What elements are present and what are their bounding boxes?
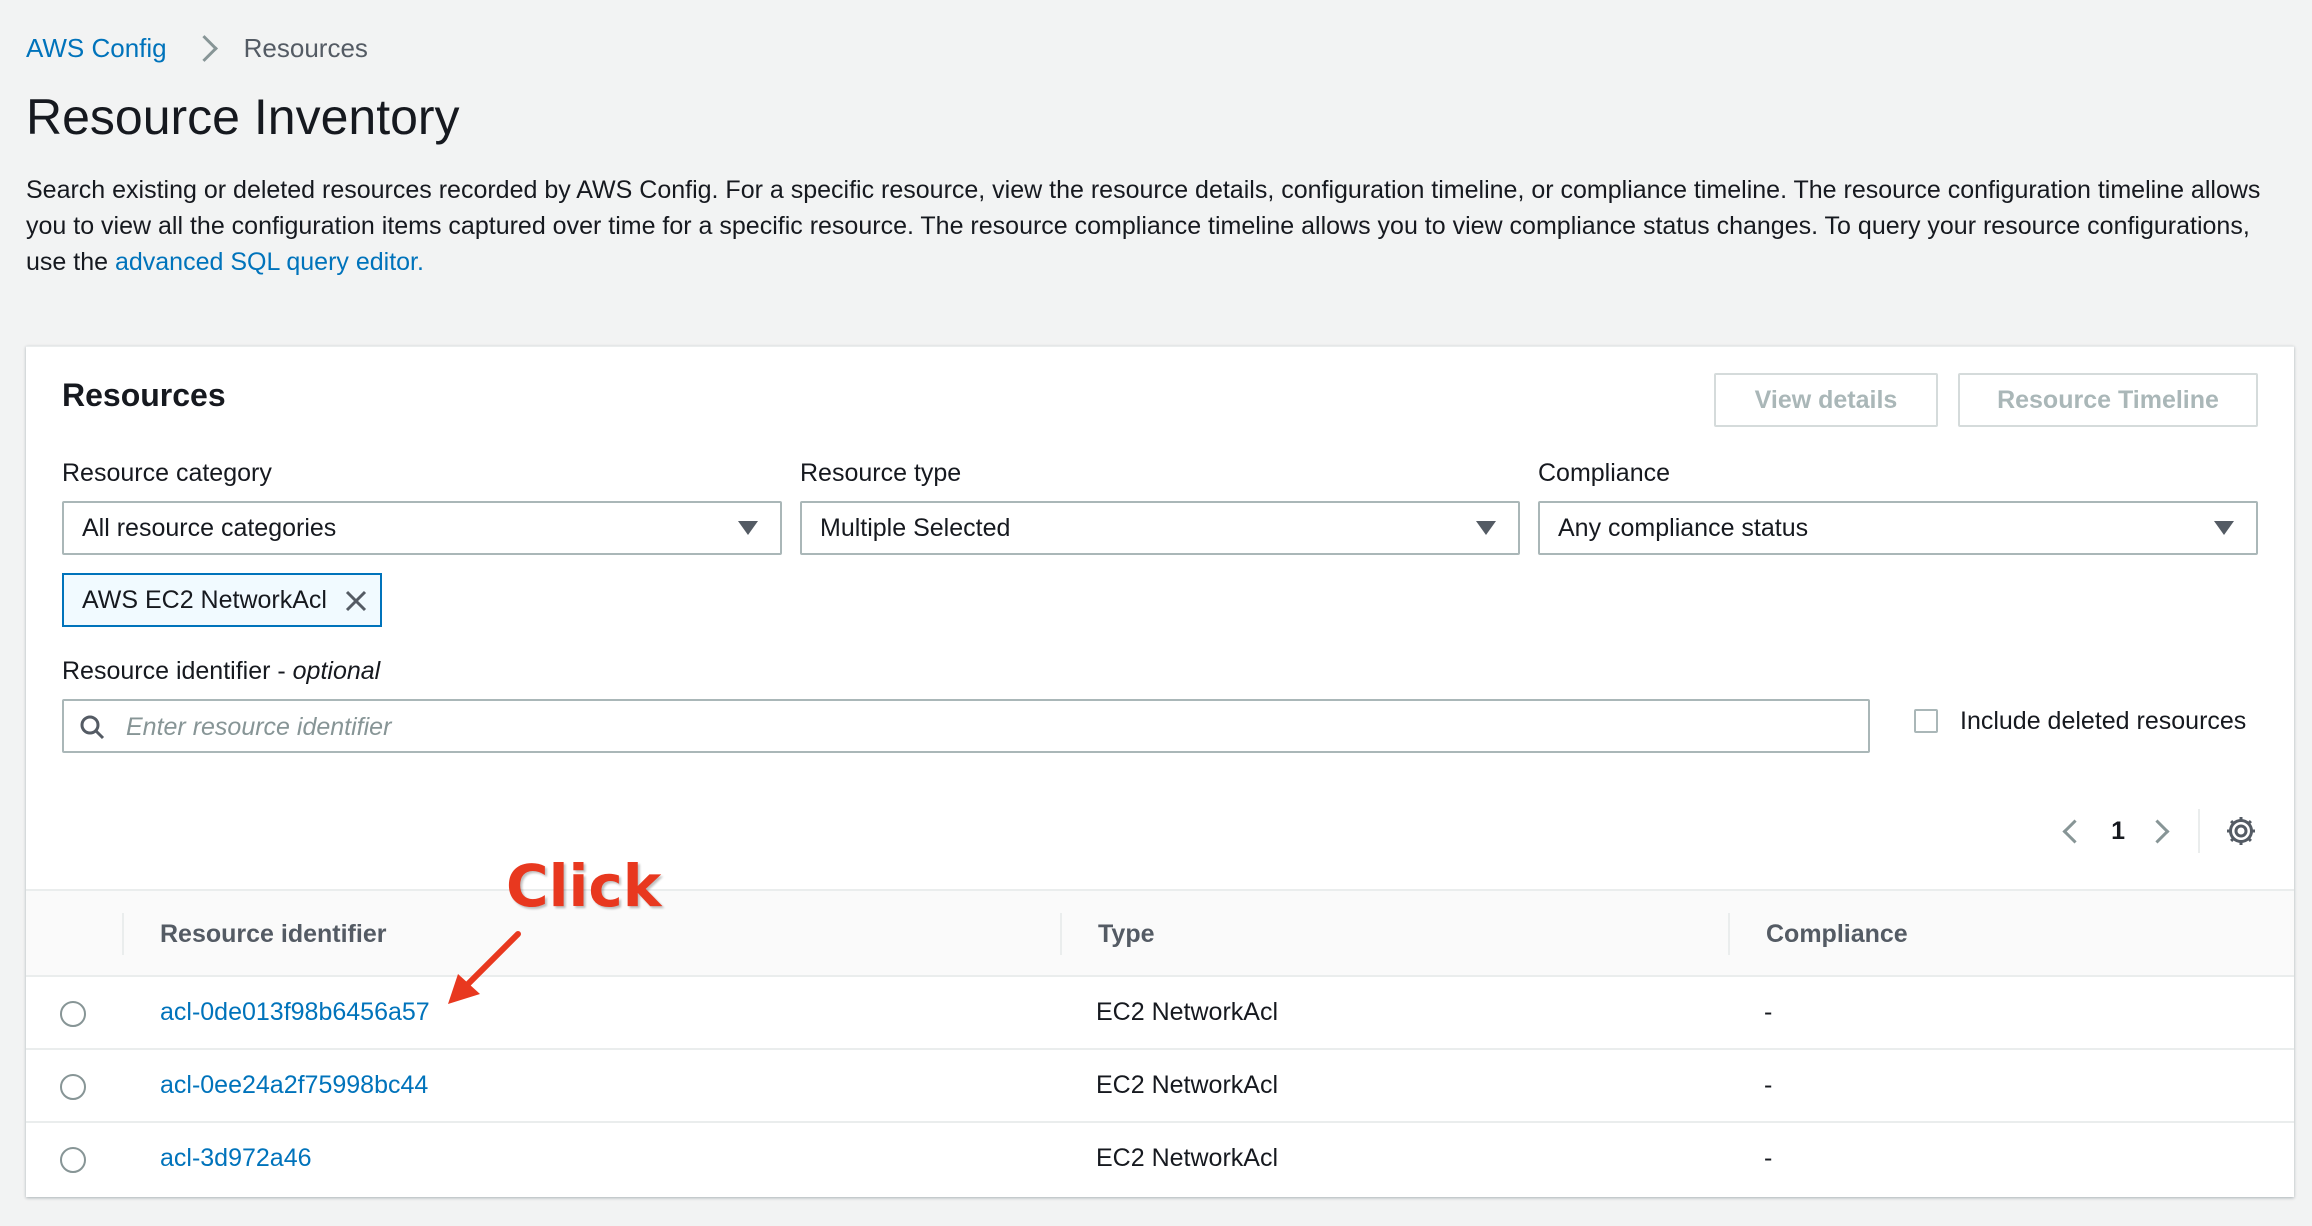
compliance-select[interactable]: Any compliance status bbox=[1538, 501, 2258, 555]
compliance-cell: - bbox=[1764, 1144, 1773, 1172]
caret-down-icon bbox=[738, 521, 758, 535]
chevron-left-icon[interactable] bbox=[2062, 818, 2087, 844]
resource-type-cell: EC2 NetworkAcl bbox=[1096, 1071, 1278, 1099]
resource-category-select[interactable]: All resource categories bbox=[62, 501, 782, 555]
resource-id-link[interactable]: acl-0ee24a2f75998bc44 bbox=[160, 1050, 428, 1121]
current-page[interactable]: 1 bbox=[2111, 817, 2125, 846]
breadcrumb-current: Resources bbox=[243, 32, 368, 63]
resource-timeline-button[interactable]: Resource Timeline bbox=[1958, 373, 2258, 427]
resource-type-cell: EC2 NetworkAcl bbox=[1096, 1144, 1278, 1172]
resource-category-label: Resource category bbox=[62, 459, 272, 487]
row-select-radio[interactable] bbox=[60, 1001, 86, 1027]
resource-id-link[interactable]: acl-3d972a46 bbox=[160, 1123, 312, 1194]
table-row: acl-0de013f98b6456a57 EC2 NetworkAcl - bbox=[26, 977, 2294, 1050]
row-select-radio[interactable] bbox=[60, 1147, 86, 1173]
compliance-cell: - bbox=[1764, 1071, 1773, 1099]
caret-down-icon bbox=[1476, 521, 1496, 535]
resource-type-label: Resource type bbox=[800, 459, 962, 487]
resource-identifier-search bbox=[62, 699, 1870, 753]
include-deleted-label: Include deleted resources bbox=[1960, 706, 2247, 735]
resource-type-select[interactable]: Multiple Selected bbox=[800, 501, 1520, 555]
resource-id-link[interactable]: acl-0de013f98b6456a57 bbox=[160, 977, 430, 1048]
column-divider bbox=[1060, 913, 1062, 955]
column-divider bbox=[1728, 913, 1730, 955]
view-details-button[interactable]: View details bbox=[1714, 373, 1938, 427]
resource-type-value: Multiple Selected bbox=[820, 513, 1011, 542]
include-deleted-checkbox[interactable] bbox=[1914, 709, 1938, 733]
include-deleted-row[interactable]: Include deleted resources bbox=[1914, 701, 2246, 741]
resource-identifier-input[interactable] bbox=[124, 707, 1848, 747]
click-annotation: Click bbox=[506, 852, 662, 920]
column-header-type[interactable]: Type bbox=[1098, 891, 1155, 977]
column-header-identifier[interactable]: Resource identifier bbox=[160, 891, 386, 977]
compliance-value: Any compliance status bbox=[1558, 513, 1809, 542]
column-divider bbox=[122, 913, 124, 955]
caret-down-icon bbox=[2214, 521, 2234, 535]
resources-table: Resource identifier Type Compliance acl-… bbox=[26, 889, 2294, 1196]
breadcrumb-aws-config-link[interactable]: AWS Config bbox=[26, 33, 167, 64]
row-select-radio[interactable] bbox=[60, 1074, 86, 1100]
chevron-right-icon bbox=[190, 34, 218, 62]
gear-icon[interactable] bbox=[2224, 814, 2258, 848]
resource-type-cell: EC2 NetworkAcl bbox=[1096, 998, 1278, 1026]
resource-identifier-label-text: Resource identifier bbox=[62, 657, 271, 685]
table-header: Resource identifier Type Compliance bbox=[26, 889, 2294, 977]
chevron-right-icon[interactable] bbox=[2145, 818, 2170, 844]
table-row: acl-0ee24a2f75998bc44 EC2 NetworkAcl - bbox=[26, 1050, 2294, 1123]
resource-type-token: AWS EC2 NetworkAcl bbox=[62, 573, 382, 627]
resource-category-value: All resource categories bbox=[82, 513, 337, 542]
compliance-cell: - bbox=[1764, 998, 1773, 1026]
annotation-arrow-icon bbox=[448, 931, 521, 1004]
resource-identifier-label: Resource identifier - optional bbox=[62, 657, 380, 686]
advanced-query-link[interactable]: advanced SQL query editor. bbox=[115, 248, 424, 276]
resources-panel-title: Resources bbox=[62, 377, 226, 413]
close-icon[interactable] bbox=[342, 587, 370, 615]
optional-label: optional bbox=[292, 657, 381, 685]
token-label: AWS EC2 NetworkAcl bbox=[82, 585, 327, 614]
compliance-label: Compliance bbox=[1538, 459, 1671, 487]
breadcrumb: AWS Config Resources bbox=[26, 30, 368, 66]
pagination: 1 bbox=[2058, 809, 2258, 853]
column-header-compliance[interactable]: Compliance bbox=[1766, 891, 1908, 977]
label-separator: - bbox=[270, 657, 293, 685]
page-description: Search existing or deleted resources rec… bbox=[26, 172, 2266, 280]
table-row: acl-3d972a46 EC2 NetworkAcl - bbox=[26, 1123, 2294, 1196]
page-title: Resource Inventory bbox=[26, 89, 460, 145]
search-icon bbox=[80, 715, 105, 740]
pager-divider bbox=[2198, 809, 2200, 853]
resources-panel: Resources View details Resource Timeline… bbox=[26, 346, 2294, 1197]
